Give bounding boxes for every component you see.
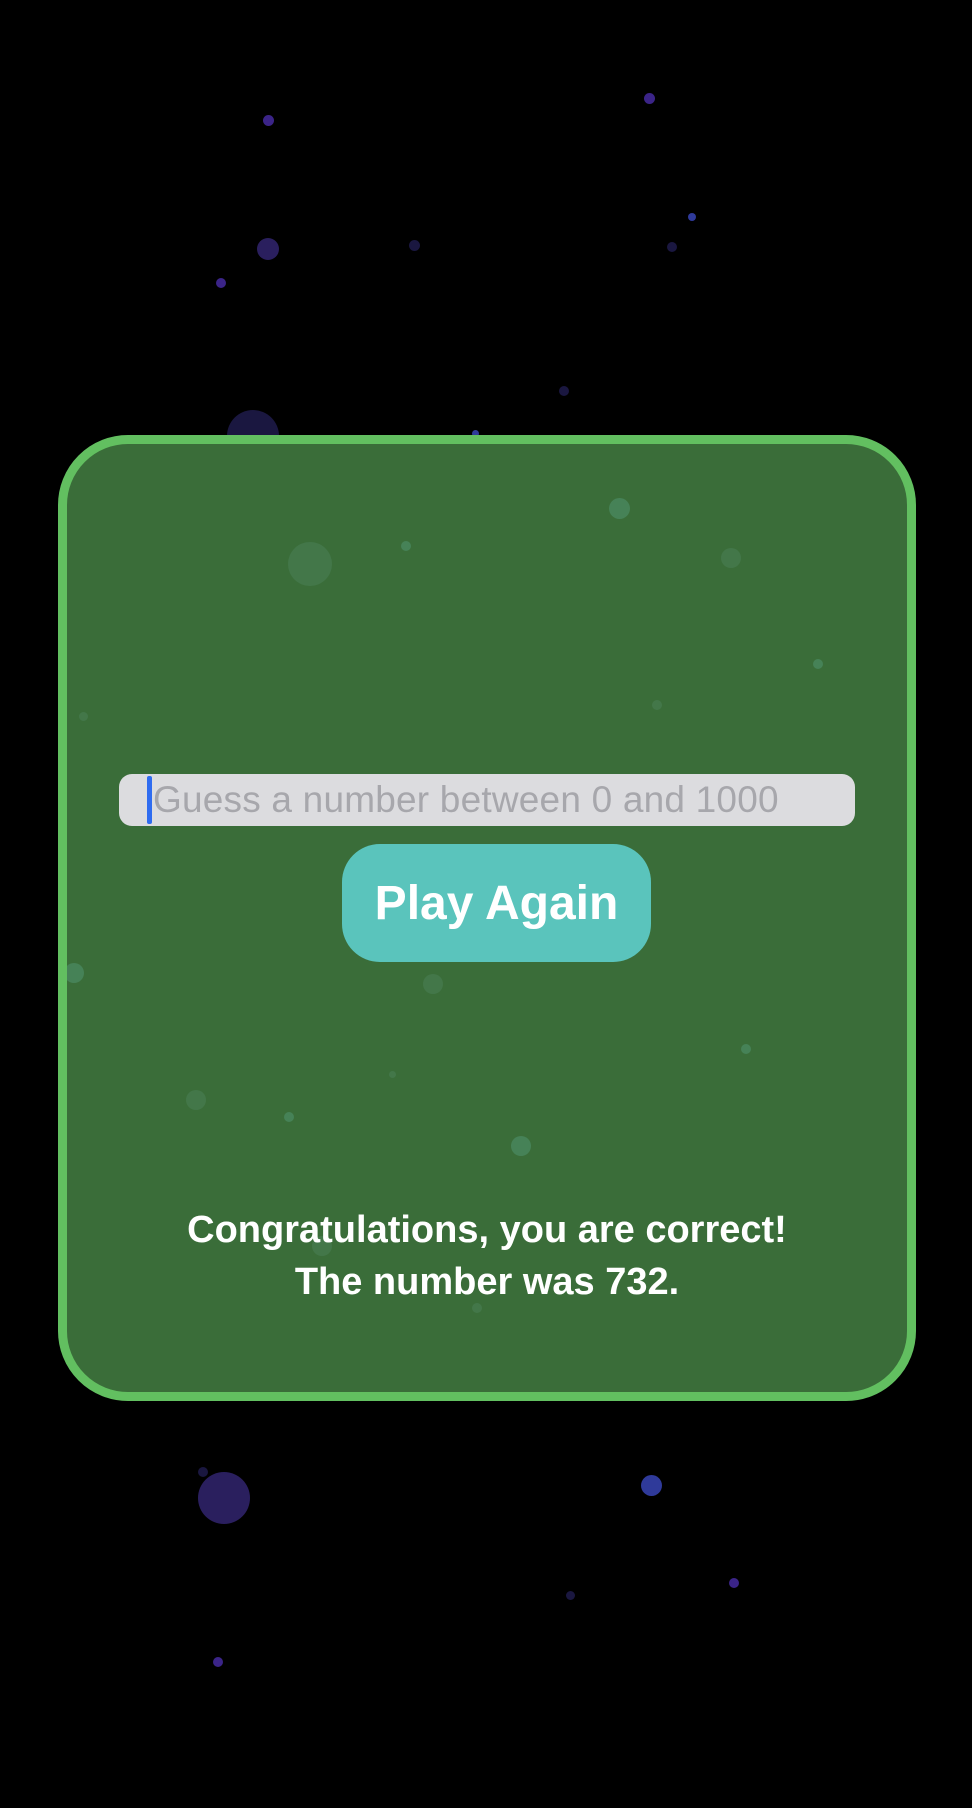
background-particle [813, 659, 823, 669]
background-particle [409, 240, 420, 251]
background-particle [566, 1591, 575, 1600]
background-particle [641, 1475, 662, 1496]
background-particle [652, 700, 662, 710]
background-particle [263, 115, 274, 126]
background-particle [389, 1071, 396, 1078]
play-again-label: Play Again [374, 876, 619, 930]
background-particle [644, 93, 655, 104]
background-particle [198, 1467, 208, 1477]
background-particle [741, 1044, 751, 1054]
background-particle [216, 278, 226, 288]
background-particle [667, 242, 677, 252]
background-particle [729, 1578, 739, 1588]
background-particle [284, 1112, 294, 1122]
background-particle [423, 974, 443, 994]
background-particle [511, 1136, 531, 1156]
game-screen: Guess a number between 0 and 1000 Play A… [0, 0, 972, 1808]
background-particle [288, 542, 332, 586]
background-particle [67, 963, 84, 983]
background-particle [401, 541, 411, 551]
result-message-line-1: Congratulations, you are correct! [187, 1209, 787, 1251]
game-card: Guess a number between 0 and 1000 Play A… [58, 435, 916, 1401]
result-message: Congratulations, you are correct! The nu… [67, 1204, 907, 1308]
text-cursor [147, 776, 152, 824]
play-again-button[interactable]: Play Again [342, 844, 651, 962]
background-particle [198, 1472, 250, 1524]
background-particle [688, 213, 696, 221]
result-message-line-2: The number was 732. [294, 1261, 680, 1303]
background-particle [721, 548, 741, 568]
background-particle [186, 1090, 206, 1110]
background-particle [559, 386, 569, 396]
background-particle [257, 238, 279, 260]
background-particle [79, 712, 88, 721]
guess-input-placeholder: Guess a number between 0 and 1000 [153, 779, 779, 820]
background-particle [218, 435, 270, 438]
background-particle [609, 498, 630, 519]
background-particle [213, 1657, 223, 1667]
guess-input[interactable]: Guess a number between 0 and 1000 [119, 774, 855, 826]
